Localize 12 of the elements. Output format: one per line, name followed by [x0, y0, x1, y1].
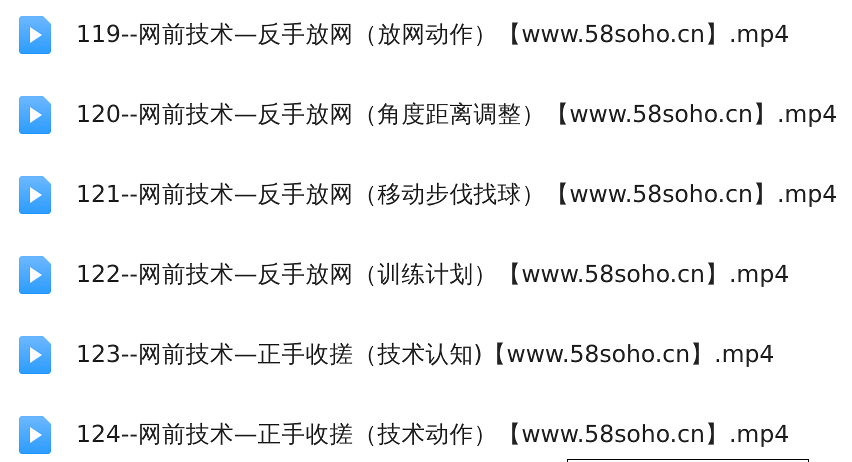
video-file-icon — [19, 176, 51, 214]
file-name[interactable]: 123--网前技术—正手收搓（技术认知)【www.58soho.cn】.mp4 — [76, 343, 774, 367]
file-name[interactable]: 119--网前技术—反手放网（放网动作）【www.58soho.cn】.mp4 — [76, 23, 790, 47]
video-file-icon — [19, 416, 51, 454]
file-name[interactable]: 124--网前技术—正手收搓（技术动作）【www.58soho.cn】.mp4 — [76, 423, 790, 447]
video-file-icon — [19, 256, 51, 294]
video-file-icon — [19, 16, 51, 54]
file-name[interactable]: 122--网前技术—反手放网（训练计划）【www.58soho.cn】.mp4 — [76, 263, 790, 287]
file-name[interactable]: 120--网前技术—反手放网（角度距离调整）【www.58soho.cn】.mp4 — [76, 103, 838, 127]
video-file-icon — [19, 336, 51, 374]
video-file-icon — [19, 96, 51, 134]
file-name[interactable]: 121--网前技术—反手放网（移动步伐找球）【www.58soho.cn】.mp4 — [76, 183, 838, 207]
